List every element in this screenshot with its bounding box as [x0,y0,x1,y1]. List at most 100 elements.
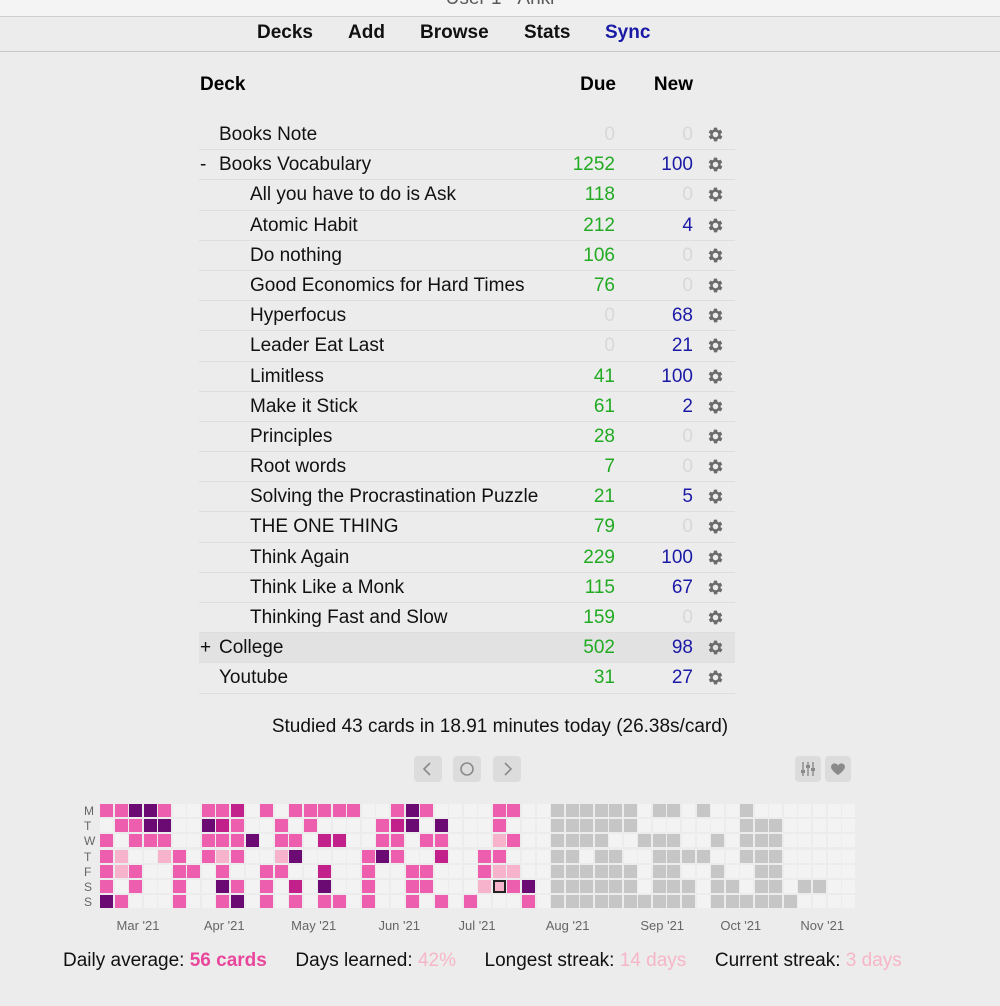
heatmap-day-cell[interactable] [187,834,201,848]
heatmap-day-cell[interactable] [216,880,230,893]
heatmap-day-cell[interactable] [638,880,652,893]
heatmap-day-cell[interactable] [594,819,608,833]
heatmap-day-cell[interactable] [478,864,492,878]
deck-name[interactable]: Books Vocabulary [219,154,371,176]
heatmap-day-cell[interactable] [318,804,332,817]
heatmap-day-cell[interactable] [260,804,274,817]
heatmap-day-cell[interactable] [230,880,244,893]
heatmap-day-cell[interactable] [318,819,332,833]
heatmap-day-cell[interactable] [783,864,797,878]
heatmap-day-cell[interactable] [507,880,521,893]
heatmap-day-cell[interactable] [405,849,419,863]
heatmap-day-cell[interactable] [696,819,710,833]
heatmap-day-cell[interactable] [361,804,375,817]
heatmap-day-cell[interactable] [172,880,186,893]
heatmap-day-cell[interactable] [682,804,695,817]
heatmap-day-cell[interactable] [580,864,594,878]
heatmap-day-cell[interactable] [303,895,317,909]
heatmap-day-cell[interactable] [652,864,666,878]
gear-icon[interactable] [706,367,725,386]
heatmap-day-cell[interactable] [740,804,754,817]
gear-icon[interactable] [706,638,725,657]
heatmap-day-cell[interactable] [332,804,346,817]
heatmap-day-cell[interactable] [434,834,448,848]
heatmap-day-cell[interactable] [245,834,259,848]
heatmap-day-cell[interactable] [682,834,695,848]
heatmap-day-cell[interactable] [842,864,856,878]
heatmap-day-cell[interactable] [260,849,274,863]
heatmap-day-cell[interactable] [725,849,739,863]
heatmap-day-cell[interactable] [303,864,317,878]
heatmap-day-cell[interactable] [129,834,143,848]
heatmap-day-cell[interactable] [478,880,492,893]
heatmap-day-cell[interactable] [230,819,244,833]
heatmap-day-cell[interactable] [769,819,783,833]
heatmap-day-cell[interactable] [492,834,506,848]
heatmap-day-cell[interactable] [129,864,143,878]
deck-name[interactable]: Do nothing [250,245,342,267]
heatmap-day-cell[interactable] [100,834,113,848]
heatmap-day-cell[interactable] [798,880,812,893]
deck-row[interactable]: Leader Eat Last 0 21 [199,331,735,362]
heatmap-day-cell[interactable] [725,804,739,817]
heatmap-day-cell[interactable] [216,895,230,909]
heatmap-day-cell[interactable] [580,834,594,848]
heatmap-day-cell[interactable] [201,880,215,893]
heatmap-day-cell[interactable] [420,880,434,893]
heatmap-day-cell[interactable] [594,849,608,863]
gear-icon[interactable] [706,548,725,567]
heatmap-day-cell[interactable] [434,895,448,909]
heatmap-day-cell[interactable] [798,895,812,909]
heatmap-day-cell[interactable] [521,849,535,863]
heatmap-day-cell[interactable] [798,849,812,863]
heatmap-day-cell[interactable] [507,834,521,848]
heatmap-day-cell[interactable] [711,849,725,863]
heatmap-day-cell[interactable] [158,864,172,878]
heatmap-day-cell[interactable] [449,880,463,893]
heatmap-day-cell[interactable] [187,849,201,863]
heatmap-day-cell[interactable] [318,834,332,848]
heatmap-day-cell[interactable] [201,804,215,817]
heatmap-day-cell[interactable] [449,849,463,863]
heatmap-day-cell[interactable] [492,864,506,878]
heatmap-day-cell[interactable] [667,880,681,893]
heatmap-prev-button[interactable] [414,756,442,782]
heatmap-day-cell[interactable] [638,819,652,833]
deck-name[interactable]: Make it Stick [250,396,358,418]
collapse-toggle[interactable]: - [200,154,214,176]
heatmap-day-cell[interactable] [609,834,623,848]
heatmap-day-cell[interactable] [594,834,608,848]
heatmap-day-cell[interactable] [303,804,317,817]
gear-icon[interactable] [706,185,725,204]
heatmap-day-cell[interactable] [245,895,259,909]
heatmap-day-cell[interactable] [274,880,288,893]
heatmap-day-cell[interactable] [274,895,288,909]
heatmap-day-cell[interactable] [565,834,579,848]
heatmap-day-cell[interactable] [492,804,506,817]
gear-icon[interactable] [706,608,725,627]
heatmap-day-cell[interactable] [609,819,623,833]
heatmap-day-cell[interactable] [580,895,594,909]
heatmap-day-cell[interactable] [347,880,361,893]
heatmap-day-cell[interactable] [812,849,826,863]
heatmap-day-cell[interactable] [507,849,521,863]
heatmap-day-cell[interactable] [201,834,215,848]
heatmap-day-cell[interactable] [696,895,710,909]
heatmap-day-cell[interactable] [114,880,128,893]
heatmap-day-cell[interactable] [332,864,346,878]
heatmap-day-cell[interactable] [274,819,288,833]
heatmap-day-cell[interactable] [129,804,143,817]
heatmap-day-cell[interactable] [769,895,783,909]
heatmap-day-cell[interactable] [100,895,113,909]
heatmap-day-cell[interactable] [696,804,710,817]
heatmap-day-cell[interactable] [711,880,725,893]
deck-row[interactable]: Limitless 41 100 [199,362,735,392]
deck-name[interactable]: THE ONE THING [250,516,399,538]
deck-name[interactable]: Youtube [219,667,288,689]
heatmap-day-cell[interactable] [230,895,244,909]
heatmap-day-cell[interactable] [696,864,710,878]
heatmap-day-cell[interactable] [420,895,434,909]
heatmap-day-cell[interactable] [594,895,608,909]
heatmap-day-cell[interactable] [711,895,725,909]
heatmap-day-cell[interactable] [143,880,157,893]
